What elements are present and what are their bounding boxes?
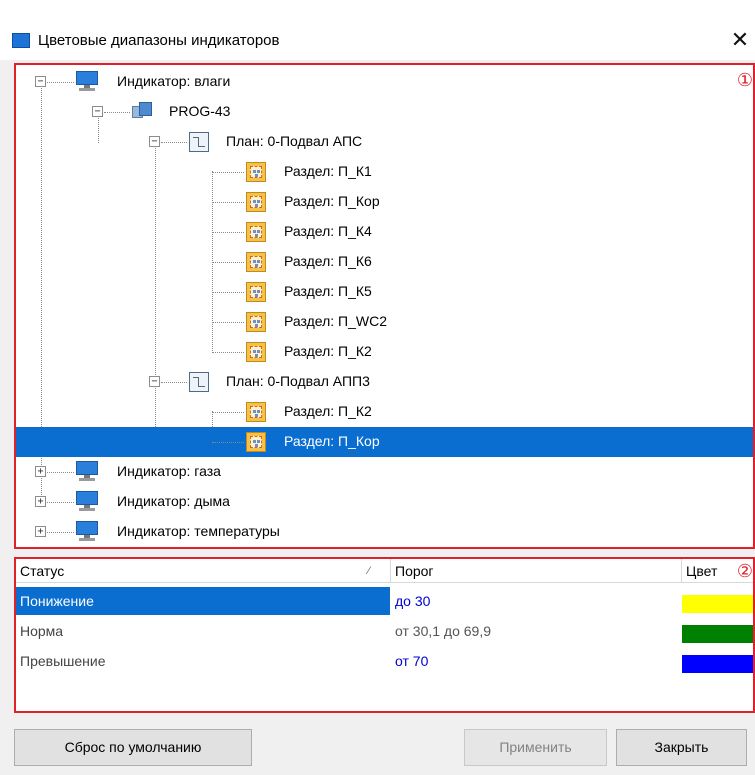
tree-item[interactable]: − План: 0-Подвал АПП3	[16, 367, 753, 397]
section-icon	[246, 192, 266, 212]
expand-icon[interactable]: +	[35, 496, 46, 507]
tree-connector	[47, 82, 74, 83]
monitor-icon	[76, 491, 98, 511]
tree-item-label: Раздел: П_К5	[284, 283, 372, 299]
tree-item-label: Раздел: П_Кор	[284, 193, 380, 209]
close-icon[interactable]: ✕	[727, 26, 753, 54]
tree-item-label: План: 0-Подвал АПС	[226, 133, 363, 149]
column-header-threshold-label: Порог	[395, 563, 434, 579]
table-row[interactable]: Превышение от 70	[16, 647, 753, 677]
tree-item[interactable]: Раздел: П_Кор	[16, 187, 753, 217]
color-swatch[interactable]	[682, 625, 753, 643]
tree-item[interactable]: Раздел: П_WC2	[16, 307, 753, 337]
tree-item[interactable]: Раздел: П_Кор	[16, 427, 753, 457]
color-swatch[interactable]	[682, 595, 753, 613]
tree-connector	[212, 412, 244, 413]
tree-item-label: Раздел: П_Кор	[284, 433, 380, 449]
tree-connector	[47, 502, 74, 503]
tree-item[interactable]: Раздел: П_К6	[16, 247, 753, 277]
tree-connector	[161, 142, 187, 143]
tree-item-label: Индикатор: газа	[117, 463, 221, 479]
collapse-icon[interactable]: −	[149, 376, 160, 387]
section-icon	[246, 402, 266, 422]
close-button[interactable]: Закрыть	[616, 729, 747, 766]
section-icon	[246, 162, 266, 182]
color-swatch[interactable]	[682, 655, 753, 673]
tree-item[interactable]: − PROG-43	[16, 97, 753, 127]
section-icon	[246, 282, 266, 302]
threshold-cell[interactable]: до 30	[391, 587, 681, 615]
tree-connector	[161, 382, 187, 383]
tree-item-label: Раздел: П_К4	[284, 223, 372, 239]
plan-icon	[189, 132, 209, 152]
table-row[interactable]: Норма от 30,1 до 69,9	[16, 617, 753, 647]
apply-button[interactable]: Применить	[464, 729, 607, 766]
sort-indicator-icon: ⁄	[368, 565, 370, 577]
tree-item[interactable]: Раздел: П_К2	[16, 397, 753, 427]
color-range-table[interactable]: Статус ⁄ Порог Цвет ② Понижение до 30 Норм…	[14, 557, 755, 713]
column-header-threshold[interactable]: Порог	[391, 559, 681, 583]
tree-item-label: Раздел: П_К2	[284, 403, 372, 419]
tree-connector	[212, 172, 244, 173]
section-icon	[246, 342, 266, 362]
collapse-icon[interactable]: −	[92, 106, 103, 117]
tree-item-label: PROG-43	[169, 103, 231, 119]
tree-connector	[47, 472, 74, 473]
column-header-color-label: Цвет	[686, 563, 718, 579]
status-cell[interactable]: Превышение	[16, 647, 390, 675]
tree-item[interactable]: + Индикатор: температуры	[16, 517, 753, 547]
tree-item[interactable]: + Индикатор: газа	[16, 457, 753, 487]
tree-item-label: Раздел: П_К1	[284, 163, 372, 179]
expand-icon[interactable]: +	[35, 466, 46, 477]
window-title: Цветовые диапазоны индикаторов	[38, 32, 280, 49]
monitor-icon	[76, 521, 98, 541]
panel-marker-2: ②	[736, 561, 753, 582]
tree-item[interactable]: + Индикатор: дыма	[16, 487, 753, 517]
section-icon	[246, 432, 266, 452]
tree-connector	[212, 292, 244, 293]
indicator-tree[interactable]: ① − Индикатор: влаги − PROG-43− План: 0-Подв…	[14, 63, 755, 549]
table-row[interactable]: Понижение до 30	[16, 587, 753, 617]
expand-icon[interactable]: +	[35, 526, 46, 537]
tree-connector	[212, 442, 244, 443]
tree-item-label: Индикатор: температуры	[117, 523, 280, 539]
threshold-cell[interactable]: от 30,1 до 69,9	[391, 617, 681, 645]
tree-item-label: Индикатор: влаги	[117, 73, 231, 89]
section-icon	[246, 312, 266, 332]
tree-item-label: Раздел: П_WC2	[284, 313, 388, 329]
threshold-cell[interactable]: от 70	[391, 647, 681, 675]
tree-connector	[212, 262, 244, 263]
section-icon	[246, 252, 266, 272]
plan-icon	[189, 372, 209, 392]
tree-connector	[212, 322, 244, 323]
tree-item[interactable]: − План: 0-Подвал АПС	[16, 127, 753, 157]
tree-item[interactable]: Раздел: П_К4	[16, 217, 753, 247]
tree-connector	[47, 532, 74, 533]
status-cell[interactable]: Норма	[16, 617, 390, 645]
tree-connector	[104, 112, 130, 113]
column-header-status-label: Статус	[20, 563, 65, 579]
tree-item-label: План: 0-Подвал АПП3	[226, 373, 370, 389]
prog-icon	[132, 102, 152, 122]
tree-item-label: Индикатор: дыма	[117, 493, 230, 509]
tree-connector	[212, 202, 244, 203]
collapse-icon[interactable]: −	[149, 136, 160, 147]
collapse-icon[interactable]: −	[35, 76, 46, 87]
section-icon	[246, 222, 266, 242]
tree-item-label: Раздел: П_К6	[284, 253, 372, 269]
column-header-status[interactable]: Статус	[16, 559, 390, 583]
tree-connector	[212, 232, 244, 233]
tree-connector	[212, 352, 244, 353]
tree-item[interactable]: − Индикатор: влаги	[16, 67, 753, 97]
status-cell[interactable]: Понижение	[16, 587, 390, 615]
tree-item[interactable]: Раздел: П_К1	[16, 157, 753, 187]
tree-item[interactable]: Раздел: П_К5	[16, 277, 753, 307]
monitor-icon	[76, 71, 98, 91]
reset-defaults-button[interactable]: Сброс по умолчанию	[14, 729, 252, 766]
title-bar: Цветовые диапазоны индикаторов ✕	[0, 0, 755, 60]
tree-item-label: Раздел: П_К2	[284, 343, 372, 359]
tree-item[interactable]: Раздел: П_К2	[16, 337, 753, 367]
app-icon	[12, 33, 30, 48]
monitor-icon	[76, 461, 98, 481]
